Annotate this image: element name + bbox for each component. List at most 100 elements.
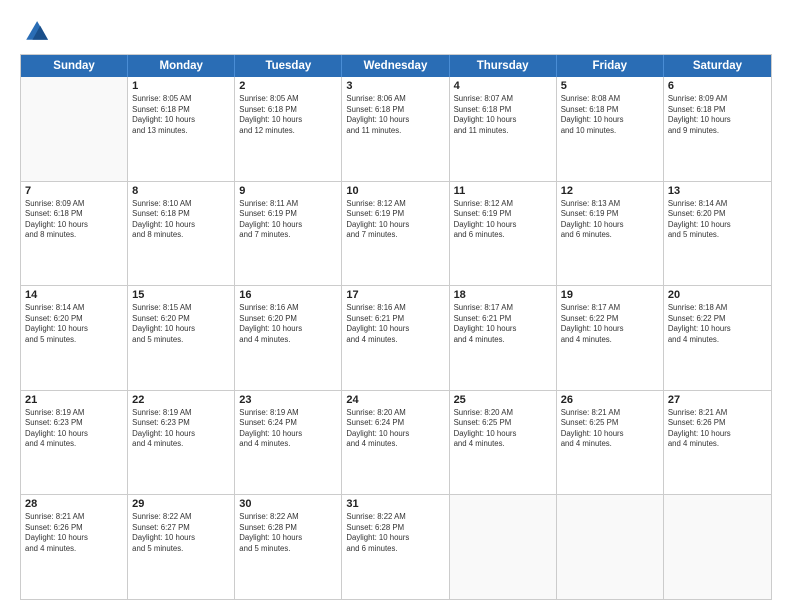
calendar-row-2: 14 Sunrise: 8:14 AMSunset: 6:20 PMDayligh… xyxy=(21,285,771,390)
calendar-cell-2-4: 18 Sunrise: 8:17 AMSunset: 6:21 PMDayligh… xyxy=(450,286,557,390)
day-number: 4 xyxy=(454,80,552,92)
day-number: 13 xyxy=(668,185,767,197)
header-day-sunday: Sunday xyxy=(21,55,128,77)
day-number: 28 xyxy=(25,498,123,510)
header xyxy=(20,18,772,46)
calendar: SundayMondayTuesdayWednesdayThursdayFrid… xyxy=(20,54,772,600)
calendar-cell-1-3: 10 Sunrise: 8:12 AMSunset: 6:19 PMDayligh… xyxy=(342,182,449,286)
calendar-cell-1-0: 7Sunrise: 8:09 AMSunset: 6:18 PMDaylight… xyxy=(21,182,128,286)
day-info: Sunrise: 8:19 AMSunset: 6:23 PMDaylight:… xyxy=(25,408,123,450)
day-number: 24 xyxy=(346,394,444,406)
day-info: Sunrise: 8:14 AMSunset: 6:20 PMDaylight:… xyxy=(25,303,123,345)
day-info: Sunrise: 8:16 AMSunset: 6:20 PMDaylight:… xyxy=(239,303,337,345)
day-number: 18 xyxy=(454,289,552,301)
calendar-row-0: 1 Sunrise: 8:05 AMSunset: 6:18 PMDaylight… xyxy=(21,77,771,181)
calendar-cell-3-2: 23 Sunrise: 8:19 AMSunset: 6:24 PMDayligh… xyxy=(235,391,342,495)
calendar-cell-2-2: 16 Sunrise: 8:16 AMSunset: 6:20 PMDayligh… xyxy=(235,286,342,390)
day-number: 31 xyxy=(346,498,444,510)
day-info: Sunrise: 8:12 AMSunset: 6:19 PMDaylight:… xyxy=(346,199,444,241)
calendar-row-1: 7Sunrise: 8:09 AMSunset: 6:18 PMDaylight… xyxy=(21,181,771,286)
day-number: 10 xyxy=(346,185,444,197)
header-day-friday: Friday xyxy=(557,55,664,77)
day-number: 27 xyxy=(668,394,767,406)
day-info: Sunrise: 8:20 AMSunset: 6:25 PMDaylight:… xyxy=(454,408,552,450)
day-info: Sunrise: 8:13 AMSunset: 6:19 PMDaylight:… xyxy=(561,199,659,241)
calendar-cell-3-5: 26 Sunrise: 8:21 AMSunset: 6:25 PMDayligh… xyxy=(557,391,664,495)
day-info: Sunrise: 8:05 AMSunset: 6:18 PMDaylight:… xyxy=(132,94,230,136)
day-number: 6 xyxy=(668,80,767,92)
day-number: 21 xyxy=(25,394,123,406)
day-number: 26 xyxy=(561,394,659,406)
calendar-cell-3-1: 22 Sunrise: 8:19 AMSunset: 6:23 PMDayligh… xyxy=(128,391,235,495)
calendar-cell-2-1: 15Sunrise: 8:15 AMSunset: 6:20 PMDayligh… xyxy=(128,286,235,390)
calendar-cell-3-3: 24 Sunrise: 8:20 AMSunset: 6:24 PMDayligh… xyxy=(342,391,449,495)
header-day-tuesday: Tuesday xyxy=(235,55,342,77)
day-info: Sunrise: 8:11 AMSunset: 6:19 PMDaylight:… xyxy=(239,199,337,241)
day-number: 30 xyxy=(239,498,337,510)
day-number: 1 xyxy=(132,80,230,92)
day-number: 5 xyxy=(561,80,659,92)
calendar-cell-4-5 xyxy=(557,495,664,599)
day-number: 12 xyxy=(561,185,659,197)
day-number: 14 xyxy=(25,289,123,301)
day-number: 16 xyxy=(239,289,337,301)
day-info: Sunrise: 8:12 AMSunset: 6:19 PMDaylight:… xyxy=(454,199,552,241)
day-number: 8 xyxy=(132,185,230,197)
day-info: Sunrise: 8:17 AMSunset: 6:22 PMDaylight:… xyxy=(561,303,659,345)
day-info: Sunrise: 8:22 AMSunset: 6:28 PMDaylight:… xyxy=(239,512,337,554)
calendar-cell-1-2: 9 Sunrise: 8:11 AMSunset: 6:19 PMDaylight… xyxy=(235,182,342,286)
calendar-cell-4-6 xyxy=(664,495,771,599)
calendar-cell-1-4: 11Sunrise: 8:12 AMSunset: 6:19 PMDayligh… xyxy=(450,182,557,286)
day-number: 3 xyxy=(346,80,444,92)
calendar-cell-4-3: 31 Sunrise: 8:22 AMSunset: 6:28 PMDayligh… xyxy=(342,495,449,599)
calendar-cell-0-2: 2Sunrise: 8:05 AMSunset: 6:18 PMDaylight… xyxy=(235,77,342,181)
day-number: 9 xyxy=(239,185,337,197)
calendar-cell-1-5: 12 Sunrise: 8:13 AMSunset: 6:19 PMDayligh… xyxy=(557,182,664,286)
day-number: 29 xyxy=(132,498,230,510)
header-day-thursday: Thursday xyxy=(450,55,557,77)
calendar-cell-0-0 xyxy=(21,77,128,181)
day-info: Sunrise: 8:20 AMSunset: 6:24 PMDaylight:… xyxy=(346,408,444,450)
calendar-cell-0-5: 5 Sunrise: 8:08 AMSunset: 6:18 PMDaylight… xyxy=(557,77,664,181)
calendar-cell-1-6: 13 Sunrise: 8:14 AMSunset: 6:20 PMDayligh… xyxy=(664,182,771,286)
header-day-monday: Monday xyxy=(128,55,235,77)
header-day-saturday: Saturday xyxy=(664,55,771,77)
day-info: Sunrise: 8:08 AMSunset: 6:18 PMDaylight:… xyxy=(561,94,659,136)
calendar-cell-3-4: 25 Sunrise: 8:20 AMSunset: 6:25 PMDayligh… xyxy=(450,391,557,495)
day-info: Sunrise: 8:10 AMSunset: 6:18 PMDaylight:… xyxy=(132,199,230,241)
day-number: 2 xyxy=(239,80,337,92)
calendar-cell-4-1: 29 Sunrise: 8:22 AMSunset: 6:27 PMDayligh… xyxy=(128,495,235,599)
header-day-wednesday: Wednesday xyxy=(342,55,449,77)
day-info: Sunrise: 8:22 AMSunset: 6:27 PMDaylight:… xyxy=(132,512,230,554)
calendar-row-3: 21 Sunrise: 8:19 AMSunset: 6:23 PMDayligh… xyxy=(21,390,771,495)
day-number: 17 xyxy=(346,289,444,301)
logo-icon xyxy=(20,18,48,46)
calendar-cell-1-1: 8 Sunrise: 8:10 AMSunset: 6:18 PMDaylight… xyxy=(128,182,235,286)
day-info: Sunrise: 8:07 AMSunset: 6:18 PMDaylight:… xyxy=(454,94,552,136)
day-info: Sunrise: 8:19 AMSunset: 6:24 PMDaylight:… xyxy=(239,408,337,450)
calendar-cell-3-0: 21 Sunrise: 8:19 AMSunset: 6:23 PMDayligh… xyxy=(21,391,128,495)
day-number: 20 xyxy=(668,289,767,301)
day-info: Sunrise: 8:09 AMSunset: 6:18 PMDaylight:… xyxy=(668,94,767,136)
day-number: 25 xyxy=(454,394,552,406)
calendar-cell-0-1: 1 Sunrise: 8:05 AMSunset: 6:18 PMDaylight… xyxy=(128,77,235,181)
calendar-header-row: SundayMondayTuesdayWednesdayThursdayFrid… xyxy=(21,55,771,77)
logo xyxy=(20,18,52,46)
day-number: 19 xyxy=(561,289,659,301)
day-info: Sunrise: 8:21 AMSunset: 6:26 PMDaylight:… xyxy=(25,512,123,554)
page: SundayMondayTuesdayWednesdayThursdayFrid… xyxy=(0,0,792,612)
day-info: Sunrise: 8:06 AMSunset: 6:18 PMDaylight:… xyxy=(346,94,444,136)
day-number: 15 xyxy=(132,289,230,301)
calendar-cell-4-4 xyxy=(450,495,557,599)
day-info: Sunrise: 8:14 AMSunset: 6:20 PMDaylight:… xyxy=(668,199,767,241)
calendar-cell-4-0: 28 Sunrise: 8:21 AMSunset: 6:26 PMDayligh… xyxy=(21,495,128,599)
day-info: Sunrise: 8:22 AMSunset: 6:28 PMDaylight:… xyxy=(346,512,444,554)
day-number: 22 xyxy=(132,394,230,406)
day-info: Sunrise: 8:16 AMSunset: 6:21 PMDaylight:… xyxy=(346,303,444,345)
day-info: Sunrise: 8:17 AMSunset: 6:21 PMDaylight:… xyxy=(454,303,552,345)
calendar-cell-2-6: 20 Sunrise: 8:18 AMSunset: 6:22 PMDayligh… xyxy=(664,286,771,390)
day-number: 23 xyxy=(239,394,337,406)
day-info: Sunrise: 8:19 AMSunset: 6:23 PMDaylight:… xyxy=(132,408,230,450)
day-info: Sunrise: 8:21 AMSunset: 6:25 PMDaylight:… xyxy=(561,408,659,450)
day-info: Sunrise: 8:18 AMSunset: 6:22 PMDaylight:… xyxy=(668,303,767,345)
